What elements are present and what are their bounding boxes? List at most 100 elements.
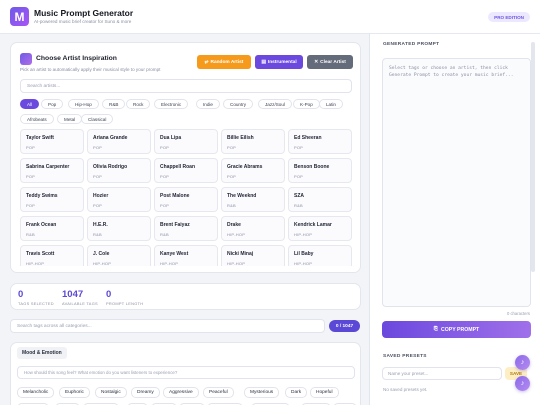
artist-genre: POP — [93, 203, 103, 208]
mood-emotion-tab[interactable]: Mood & Emotion — [17, 347, 67, 359]
artist-card[interactable]: Dua Lipa POP — [154, 129, 218, 154]
artist-genre: HIP-HOP — [160, 261, 179, 266]
tag-search-input[interactable]: Search tags across all categories... — [10, 319, 325, 333]
artist-name: Ariana Grande — [93, 135, 128, 141]
artist-genre: POP — [93, 174, 103, 179]
mood-chip-dark[interactable]: Dark — [285, 387, 308, 398]
artist-name: Travis Scott — [26, 251, 55, 257]
artist-name: Ed Sheeran — [294, 135, 322, 141]
artist-genre: HIP-HOP — [227, 261, 246, 266]
stats-card: 0 TAGS SELECTED 1047 AVAILABLE TAGS 0 PR… — [10, 283, 361, 310]
genre-chip-latin[interactable]: Latin — [319, 99, 343, 109]
genre-chip-r-b[interactable]: R&B — [102, 99, 126, 109]
mood-chip-hopeful[interactable]: Hopeful — [310, 387, 339, 398]
mood-chip-peaceful[interactable]: Peaceful — [203, 387, 234, 398]
artist-card[interactable]: Gracie Abrams POP — [221, 158, 285, 183]
artist-card[interactable]: Teddy Swims POP — [20, 187, 84, 212]
generated-prompt-label: GENERATED PROMPT — [383, 42, 440, 47]
artist-card[interactable]: H.E.R. R&B — [87, 216, 151, 241]
artist-card[interactable]: Travis Scott HIP-HOP — [20, 245, 84, 266]
artist-card[interactable]: Chappell Roan POP — [154, 158, 218, 183]
clear-artist-button[interactable]: ✕ Clear Artist — [307, 55, 353, 69]
artist-card[interactable]: Drake HIP-HOP — [221, 216, 285, 241]
mood-chip-dreamy[interactable]: Dreamy — [131, 387, 160, 398]
artist-genre: POP — [26, 203, 36, 208]
mood-chip-nostalgic[interactable]: Nostalgic — [95, 387, 127, 398]
mood-description-input[interactable]: How should this song feel? What emotion … — [17, 366, 355, 379]
mood-chip-mysterious[interactable]: Mysterious — [244, 387, 280, 398]
no-presets-message: No saved presets yet. — [383, 387, 428, 392]
music-note-fab-lower[interactable]: ♪ — [515, 376, 530, 391]
artist-card[interactable]: Sabrina Carpenter POP — [20, 158, 84, 183]
artist-card[interactable]: Nicki Minaj HIP-HOP — [221, 245, 285, 266]
available-tags-label: AVAILABLE TAGS — [62, 301, 98, 306]
logo-letter: M — [14, 9, 25, 24]
genre-chip-rock[interactable]: Rock — [126, 99, 151, 109]
artist-card[interactable]: Benson Boone POP — [288, 158, 352, 183]
artist-name: Lil Baby — [294, 251, 314, 257]
genre-chip-afrobeats[interactable]: Afrobeats — [20, 114, 54, 124]
app-subtitle: AI-powered music brief creator for Suno … — [34, 19, 132, 24]
copy-prompt-button[interactable]: ⎘ COPY PROMPT — [382, 321, 531, 338]
available-tags-value: 1047 — [62, 289, 84, 300]
artist-name: Sabrina Carpenter — [26, 164, 70, 170]
artist-name: Taylor Swift — [26, 135, 54, 141]
artist-card[interactable]: Post Malone POP — [154, 187, 218, 212]
artist-name: Dua Lipa — [160, 135, 182, 141]
artist-genre: R&B — [93, 232, 102, 237]
piano-icon: ▤ — [261, 59, 266, 65]
music-note-fab-upper[interactable]: ♪ — [515, 355, 530, 370]
prompt-length-value: 0 — [106, 289, 112, 300]
artist-genre: R&B — [227, 203, 236, 208]
instrumental-button[interactable]: ▤ Instrumental — [255, 55, 303, 69]
artist-card[interactable]: Brent Faiyaz R&B — [154, 216, 218, 241]
preset-name-input[interactable]: Name your preset... — [382, 367, 502, 380]
artist-card[interactable]: Olivia Rodrigo POP — [87, 158, 151, 183]
genre-chip-country[interactable]: Country — [223, 99, 254, 109]
genre-chip-hip-hop[interactable]: Hip-Hop — [68, 99, 99, 109]
inspiration-subtitle: Pick an artist to automatically apply th… — [20, 67, 161, 72]
artist-card[interactable]: Ariana Grande POP — [87, 129, 151, 154]
artist-card[interactable]: Lil Baby HIP-HOP — [288, 245, 352, 266]
artist-card[interactable]: Kendrick Lamar HIP-HOP — [288, 216, 352, 241]
artist-name: Frank Ocean — [26, 222, 57, 228]
mood-chip-aggressive[interactable]: Aggressive — [163, 387, 199, 398]
genre-chip-jazz-soul[interactable]: Jazz/Soul — [258, 99, 292, 109]
artist-card[interactable]: Frank Ocean R&B — [20, 216, 84, 241]
genre-chip-classical[interactable]: Classical — [81, 114, 114, 124]
artist-card[interactable]: The Weeknd R&B — [221, 187, 285, 212]
mood-chip-euphoric[interactable]: Euphoric — [59, 387, 90, 398]
generated-prompt-panel: GENERATED PROMPT Select tags or choose a… — [369, 34, 540, 405]
character-count: 0 characters — [506, 311, 530, 316]
artist-genre: HIP-HOP — [227, 232, 246, 237]
scrollbar[interactable] — [531, 42, 535, 272]
shuffle-icon: ⥂ — [204, 60, 209, 65]
artist-card[interactable]: Billie Eilish POP — [221, 129, 285, 154]
random-artist-label: Random Artist — [210, 59, 244, 65]
genre-chip-k-pop[interactable]: K-Pop — [293, 99, 320, 109]
artist-card[interactable]: Ed Sheeran POP — [288, 129, 352, 154]
genre-chip-pop[interactable]: Pop — [41, 99, 64, 109]
artist-card[interactable]: Hozier POP — [87, 187, 151, 212]
artist-name: Gracie Abrams — [227, 164, 263, 170]
artist-search-input[interactable]: Search artists... — [20, 79, 352, 93]
artist-card[interactable]: Taylor Swift POP — [20, 129, 84, 154]
random-artist-button[interactable]: ⥂ Random Artist — [197, 55, 251, 69]
inspiration-icon — [20, 53, 32, 65]
artist-name: Brent Faiyaz — [160, 222, 190, 228]
genre-chip-electronic[interactable]: Electronic — [154, 99, 189, 109]
artist-genre: R&B — [160, 232, 169, 237]
mood-chip-melancholic[interactable]: Melancholic — [17, 387, 55, 398]
genre-chip-metal[interactable]: Metal — [57, 114, 83, 124]
copy-prompt-label: COPY PROMPT — [440, 326, 480, 333]
artist-genre: POP — [160, 203, 170, 208]
artist-name: H.E.R. — [93, 222, 108, 228]
artist-card[interactable]: Kanye West HIP-HOP — [154, 245, 218, 266]
generated-prompt-textarea[interactable]: Select tags or choose an artist, then cl… — [382, 58, 531, 307]
artist-inspiration-card: Choose Artist Inspiration Pick an artist… — [10, 42, 361, 273]
genre-chip-indie[interactable]: Indie — [196, 99, 220, 109]
artist-card[interactable]: SZA R&B — [288, 187, 352, 212]
artist-card[interactable]: J. Cole HIP-HOP — [87, 245, 151, 266]
artist-genre: POP — [26, 174, 36, 179]
genre-chip-all[interactable]: All — [20, 99, 40, 109]
